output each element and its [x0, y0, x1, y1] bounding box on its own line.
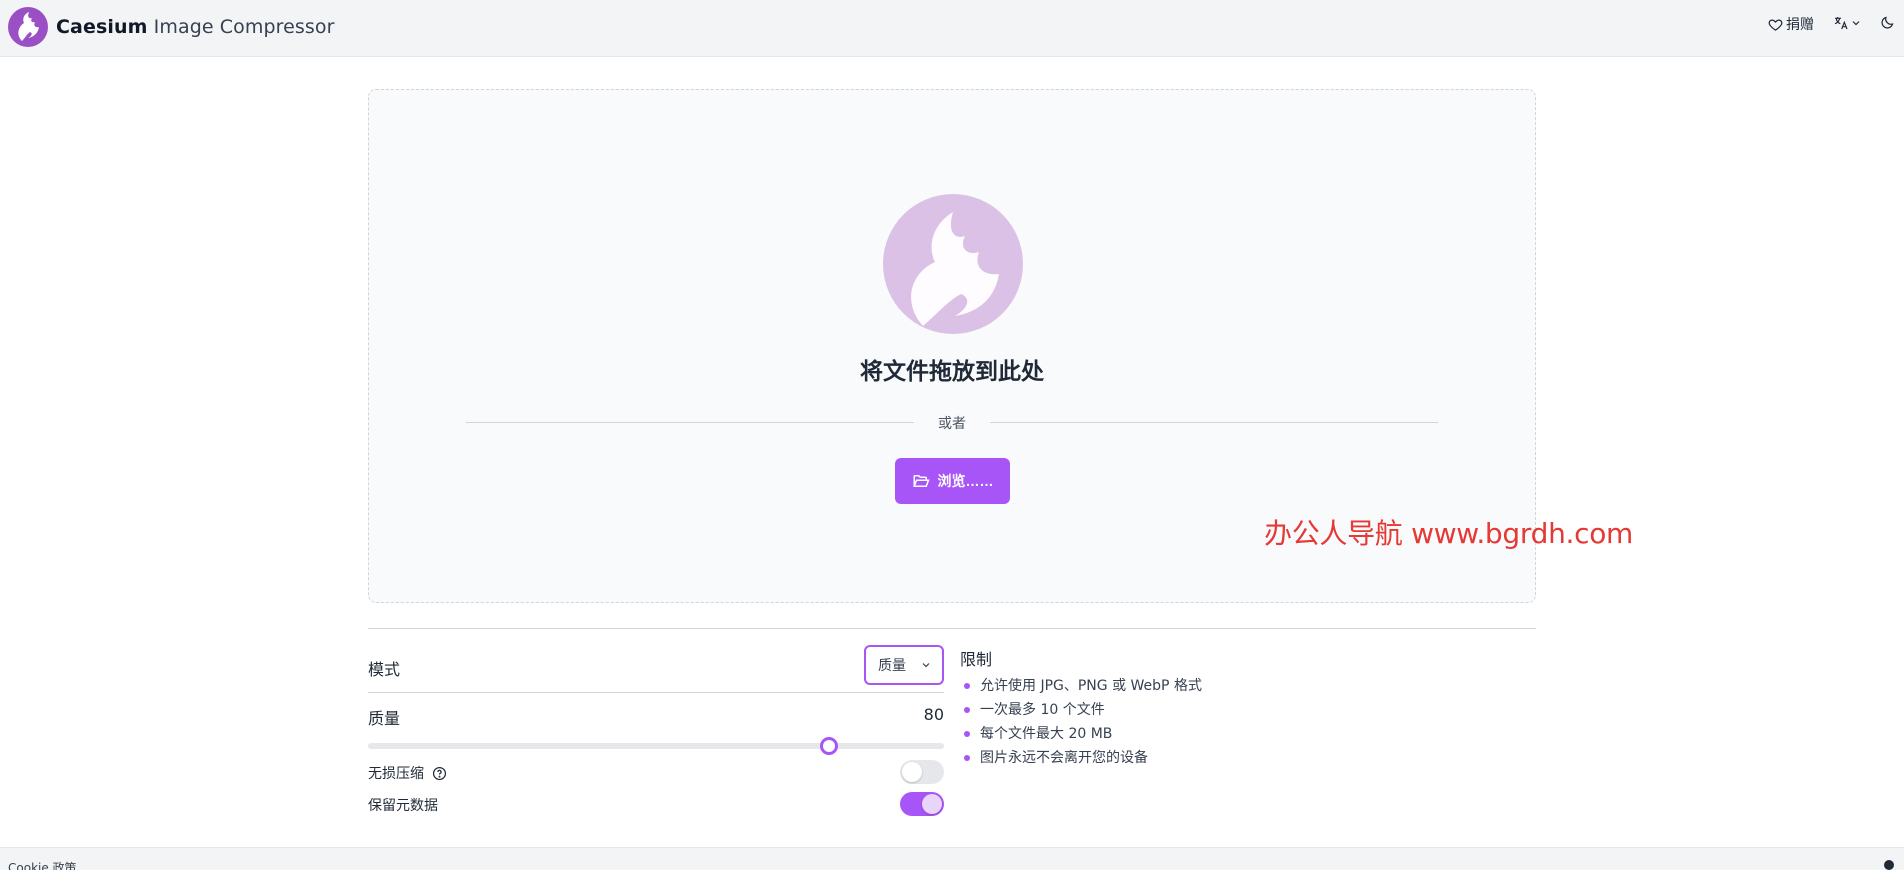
bullet: [964, 707, 970, 713]
caesium-logo-icon: [8, 7, 48, 47]
keep-metadata-row: 保留元数据: [368, 792, 944, 816]
toggle-knob: [902, 762, 922, 782]
moon-icon: [1880, 15, 1895, 30]
lossless-label-wrap: 无损压缩: [368, 763, 447, 783]
caesium-logo-large-icon: [883, 194, 1023, 334]
help-circle-icon[interactable]: [432, 766, 447, 781]
bullet: [964, 731, 970, 737]
or-separator: 或者: [466, 412, 1438, 432]
theme-toggle-button[interactable]: [1880, 15, 1895, 30]
divider: [368, 628, 1536, 629]
limits-panel: 限制 允许使用 JPG、PNG 或 WebP 格式 一次最多 10 个文件 每个…: [960, 646, 1360, 770]
language-selector[interactable]: [1833, 15, 1862, 31]
github-icon[interactable]: [1884, 860, 1894, 870]
watermark-text: 办公人导航 www.bgrdh.com: [1264, 517, 1634, 550]
or-text: 或者: [938, 416, 966, 432]
quality-value: 80: [923, 705, 944, 724]
toggle-knob: [922, 794, 942, 814]
keep-metadata-toggle[interactable]: [900, 792, 944, 816]
list-item: 每个文件最大 20 MB: [960, 722, 1360, 746]
quality-slider[interactable]: [368, 736, 944, 756]
app-title: Caesium Image Compressor: [56, 16, 335, 38]
mode-row: 模式 质量: [368, 640, 944, 693]
mode-select[interactable]: 质量: [864, 645, 944, 685]
bullet: [964, 755, 970, 761]
limits-title: 限制: [960, 650, 993, 669]
slider-thumb[interactable]: [820, 737, 838, 755]
list-item: 图片永远不会离开您的设备: [960, 746, 1360, 770]
app-footer: Cookie 政策: [0, 847, 1904, 870]
bullet: [964, 683, 970, 689]
chevron-down-icon: [920, 659, 932, 671]
lossless-toggle[interactable]: [900, 760, 944, 784]
cookie-policy-link[interactable]: Cookie 政策: [8, 859, 77, 870]
heart-icon: [1768, 17, 1783, 32]
lossless-row: 无损压缩: [368, 760, 944, 784]
list-item: 允许使用 JPG、PNG 或 WebP 格式: [960, 674, 1360, 698]
divider: [990, 422, 1438, 423]
translate-icon: [1833, 15, 1849, 31]
browse-button[interactable]: 浏览……: [895, 458, 1010, 504]
keep-metadata-label-wrap: 保留元数据: [368, 795, 438, 815]
browse-label: 浏览……: [937, 473, 994, 489]
app-header: Caesium Image Compressor 捐赠: [0, 0, 1904, 57]
keep-metadata-label: 保留元数据: [368, 798, 438, 814]
list-item: 一次最多 10 个文件: [960, 698, 1360, 722]
donate-label: 捐赠: [1786, 17, 1814, 33]
folder-open-icon: [912, 472, 930, 490]
quality-label: 质量: [368, 709, 401, 728]
lossless-label: 无损压缩: [368, 766, 424, 782]
brand[interactable]: Caesium Image Compressor: [8, 7, 335, 47]
chevron-down-icon: [1850, 17, 1862, 29]
dropzone-title: 将文件拖放到此处: [860, 359, 1044, 385]
donate-button[interactable]: 捐赠: [1768, 14, 1814, 34]
limits-list: 允许使用 JPG、PNG 或 WebP 格式 一次最多 10 个文件 每个文件最…: [960, 674, 1360, 770]
mode-select-value: 质量: [878, 658, 906, 674]
slider-track: [368, 743, 944, 749]
mode-label: 模式: [368, 660, 401, 679]
